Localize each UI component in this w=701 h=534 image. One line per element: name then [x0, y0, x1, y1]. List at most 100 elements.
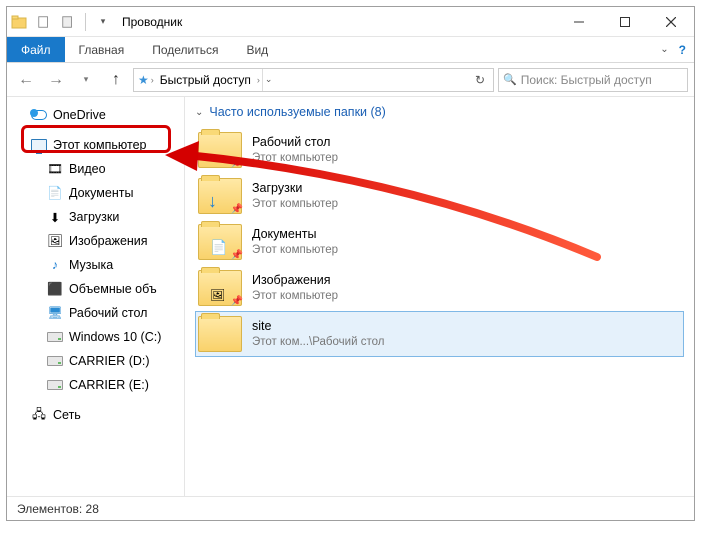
nav-label: CARRIER (D:)	[69, 354, 150, 368]
pin-icon: 📌	[231, 250, 243, 261]
nav-label: Этот компьютер	[53, 138, 146, 152]
tab-view[interactable]: Вид	[232, 37, 282, 62]
item-name: Изображения	[252, 273, 338, 289]
breadcrumb[interactable]: ★ › Быстрый доступ › ⌄ ↻	[133, 68, 494, 92]
maximize-button[interactable]	[602, 7, 648, 37]
status-count: 28	[86, 502, 99, 516]
chevron-right-icon[interactable]: ›	[151, 75, 154, 85]
tab-share[interactable]: Поделиться	[138, 37, 232, 62]
desktop-icon: 🖥	[47, 305, 63, 321]
pictures-icon: 🖼	[47, 233, 63, 249]
search-icon: 🔍	[503, 73, 517, 86]
nav-desktop[interactable]: 🖥 Рабочий стол	[7, 301, 184, 325]
nav-label: Видео	[69, 162, 106, 176]
nav-this-pc[interactable]: Этот компьютер	[7, 133, 184, 157]
qat-properties[interactable]	[33, 11, 55, 33]
folder-item-downloads[interactable]: ↓ 📌 Загрузки Этот компьютер	[195, 173, 684, 219]
folder-item-desktop[interactable]: 📌 Рабочий стол Этот компьютер	[195, 127, 684, 173]
nav-drive-c[interactable]: Windows 10 (C:)	[7, 325, 184, 349]
objects3d-icon: ⬛	[47, 281, 63, 297]
qat-new-folder[interactable]	[57, 11, 79, 33]
status-bar: Элементов: 28	[7, 496, 694, 520]
nav-forward-button[interactable]: →	[43, 67, 69, 93]
nav-recent-dropdown[interactable]: ▾	[73, 67, 99, 93]
ribbon-tabs: Файл Главная Поделиться Вид ⌄ ?	[7, 37, 694, 63]
crumb-dropdown[interactable]: ⌄	[262, 69, 275, 91]
item-name: Загрузки	[252, 181, 338, 197]
help-icon[interactable]: ?	[679, 43, 686, 57]
search-input[interactable]: 🔍 Поиск: Быстрый доступ	[498, 68, 688, 92]
nav-downloads[interactable]: ⬇ Загрузки	[7, 205, 184, 229]
ribbon-expand-icon[interactable]: ⌄	[660, 44, 668, 55]
search-placeholder: Поиск: Быстрый доступ	[521, 73, 652, 87]
item-location: Этот компьютер	[252, 243, 338, 257]
music-icon: ♪	[47, 257, 63, 273]
nav-videos[interactable]: 🎞 Видео	[7, 157, 184, 181]
downloads-icon: ⬇	[47, 209, 63, 225]
nav-label: Объемные объ	[69, 282, 157, 296]
document-icon: 📄	[210, 239, 227, 256]
nav-3d-objects[interactable]: ⬛ Объемные объ	[7, 277, 184, 301]
group-header-frequent[interactable]: ⌄ Часто используемые папки (8)	[195, 105, 684, 119]
crumb-quick-access[interactable]: Быстрый доступ	[156, 73, 255, 87]
nav-up-button[interactable]: ↑	[103, 67, 129, 93]
chevron-right-icon[interactable]: ›	[257, 75, 260, 85]
refresh-button[interactable]: ↻	[471, 73, 489, 87]
nav-onedrive[interactable]: OneDrive	[7, 103, 184, 127]
item-name: site	[252, 319, 384, 335]
nav-network[interactable]: 🖧 Сеть	[7, 403, 184, 427]
nav-label: Рабочий стол	[69, 306, 147, 320]
item-location: Этот компьютер	[252, 151, 338, 165]
group-title: Часто используемые папки (8)	[209, 105, 385, 119]
nav-label: CARRIER (E:)	[69, 378, 149, 392]
nav-label: Загрузки	[69, 210, 119, 224]
pin-icon: 📌	[231, 158, 243, 169]
close-button[interactable]	[648, 7, 694, 37]
item-location: Этот ком...\Рабочий стол	[252, 335, 384, 349]
nav-label: Сеть	[53, 408, 81, 422]
explorer-window: ▾ Проводник Файл Главная Поделиться Вид …	[6, 6, 695, 521]
drive-icon	[47, 377, 63, 393]
drive-icon	[47, 329, 63, 345]
minimize-button[interactable]	[556, 7, 602, 37]
address-bar: ← → ▾ ↑ ★ › Быстрый доступ › ⌄ ↻ 🔍 Поиск…	[7, 63, 694, 97]
picture-icon: 🖼	[210, 288, 225, 302]
navigation-pane[interactable]: OneDrive Этот компьютер 🎞 Видео 📄 Докуме…	[7, 97, 185, 496]
folder-item-pictures[interactable]: 🖼 📌 Изображения Этот компьютер	[195, 265, 684, 311]
nav-label: OneDrive	[53, 108, 106, 122]
item-name: Рабочий стол	[252, 135, 338, 151]
nav-pictures[interactable]: 🖼 Изображения	[7, 229, 184, 253]
item-name: Документы	[252, 227, 338, 243]
nav-label: Музыка	[69, 258, 113, 272]
content-pane[interactable]: ⌄ Часто используемые папки (8) 📌 Рабочий…	[185, 97, 694, 496]
nav-documents[interactable]: 📄 Документы	[7, 181, 184, 205]
qat-customize[interactable]: ▾	[92, 11, 114, 33]
pin-icon: 📌	[231, 204, 243, 215]
folder-item-documents[interactable]: 📄 📌 Документы Этот компьютер	[195, 219, 684, 265]
drive-icon	[47, 353, 63, 369]
monitor-icon	[31, 137, 47, 153]
folder-item-site[interactable]: site Этот ком...\Рабочий стол	[195, 311, 684, 357]
app-icon	[11, 14, 27, 30]
documents-icon: 📄	[47, 185, 63, 201]
tab-home[interactable]: Главная	[65, 37, 139, 62]
status-label: Элементов:	[17, 502, 82, 516]
network-icon: 🖧	[31, 407, 47, 423]
nav-label: Изображения	[69, 234, 148, 248]
chevron-down-icon[interactable]: ⌄	[195, 107, 203, 118]
titlebar: ▾ Проводник	[7, 7, 694, 37]
download-arrow-icon: ↓	[208, 191, 217, 212]
tab-file[interactable]: Файл	[7, 37, 65, 62]
nav-back-button[interactable]: ←	[13, 67, 39, 93]
nav-label: Windows 10 (C:)	[69, 330, 161, 344]
videos-icon: 🎞	[47, 161, 63, 177]
quick-access-star-icon: ★	[138, 73, 149, 87]
item-location: Этот компьютер	[252, 289, 338, 303]
onedrive-icon	[31, 107, 47, 123]
item-location: Этот компьютер	[252, 197, 338, 211]
pin-icon: 📌	[231, 296, 243, 307]
nav-music[interactable]: ♪ Музыка	[7, 253, 184, 277]
nav-drive-e[interactable]: CARRIER (E:)	[7, 373, 184, 397]
nav-label: Документы	[69, 186, 133, 200]
nav-drive-d[interactable]: CARRIER (D:)	[7, 349, 184, 373]
